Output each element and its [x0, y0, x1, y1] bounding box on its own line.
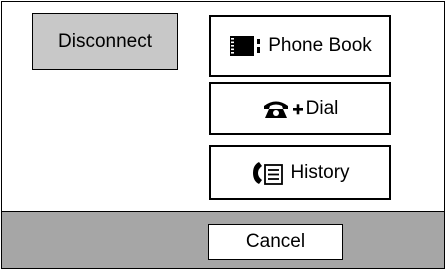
book-icon	[228, 35, 264, 57]
history-label: History	[290, 161, 350, 183]
cancel-label: Cancel	[245, 231, 306, 252]
phone-menu-screen: Disconnect Phone Book Dial History Cance…	[1, 1, 445, 269]
history-button[interactable]: History	[209, 145, 391, 200]
footer-bar: Cancel	[2, 211, 444, 268]
phone-plus-icon	[262, 97, 306, 121]
phone-book-button[interactable]: Phone Book	[209, 15, 391, 77]
dial-label: Dial	[305, 97, 339, 119]
disconnect-label: Disconnect	[58, 30, 152, 52]
cancel-button[interactable]: Cancel	[208, 224, 343, 260]
disconnect-button[interactable]: Disconnect	[32, 13, 178, 70]
dial-button[interactable]: Dial	[209, 82, 391, 135]
phone-list-icon	[250, 159, 286, 187]
phone-book-label: Phone Book	[268, 35, 372, 56]
